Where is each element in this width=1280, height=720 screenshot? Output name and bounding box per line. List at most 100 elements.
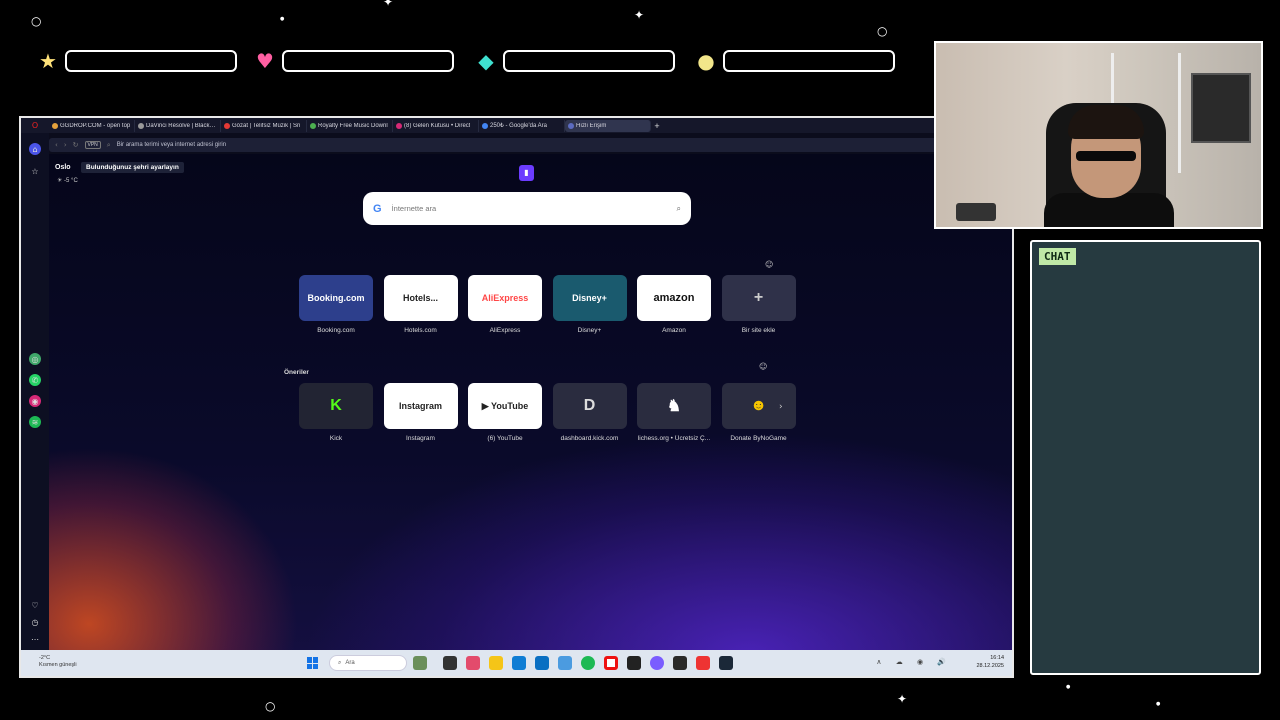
- tile-logo[interactable]: D: [552, 383, 627, 429]
- sparkle-icon: ●: [1066, 684, 1071, 690]
- weather-city: Oslo: [55, 164, 71, 171]
- speed-dial-tile[interactable]: amazon Amazon: [637, 275, 711, 334]
- diamond-icon: ◆: [478, 49, 494, 73]
- tab-label: 250₺ - Google'da Ara: [490, 123, 547, 129]
- home-icon[interactable]: ⌂: [29, 143, 41, 155]
- widgets-icon[interactable]: [413, 656, 427, 670]
- customize-icon[interactable]: ☺: [759, 362, 767, 371]
- tile-logo[interactable]: ☻: [721, 383, 796, 429]
- browser-tab[interactable]: Royalty Free Music Downl: [307, 119, 393, 132]
- new-tab-button[interactable]: +: [651, 121, 663, 131]
- tile-label: Booking.com: [317, 327, 355, 334]
- hud-bar: [282, 50, 454, 72]
- speed-dial-tile[interactable]: Booking.com Booking.com: [299, 275, 373, 334]
- terminal-icon[interactable]: [627, 656, 641, 670]
- tab-label: Gözat | Telifsiz Müzik | Sn: [232, 122, 301, 129]
- color-app-icon[interactable]: [466, 656, 480, 670]
- tile-logo[interactable]: Disney+: [552, 275, 627, 321]
- browser-tab[interactable]: Gözat | Telifsiz Müzik | Sn: [221, 119, 307, 132]
- edge-icon[interactable]: [512, 656, 526, 670]
- search-input[interactable]: İnternette ara: [392, 204, 667, 213]
- opera-icon[interactable]: [604, 656, 618, 670]
- tab-label: Hızlı Erişim: [576, 122, 607, 129]
- speed-dial-tile[interactable]: AliExpress AliExpress: [468, 275, 542, 334]
- speed-dial-tile[interactable]: + Bir site ekle: [721, 275, 796, 334]
- suggestion-tile[interactable]: ▶ YouTube (6) YouTube: [468, 383, 542, 442]
- browser-window: O GGDROP.COM - open top DaVinci Resolve |…: [19, 116, 1014, 678]
- tab-label: GGDROP.COM - open top: [60, 122, 131, 129]
- heart-icon[interactable]: ♡: [29, 599, 41, 611]
- suggestion-tile[interactable]: ☻ Donate ByNoGame: [721, 383, 796, 442]
- tab-favicon-icon: [396, 122, 402, 129]
- speed-dial-tile[interactable]: Hotels... Hotels.com: [383, 275, 458, 334]
- obs-icon[interactable]: [696, 656, 710, 670]
- back-icon[interactable]: ‹: [55, 141, 58, 149]
- speed-dial-page: Oslo Bulunduğunuz şehri ayarlayın ☀ -5 °…: [49, 154, 1012, 654]
- taskbar-weather[interactable]: -2°C Kısmen güneşli: [39, 655, 77, 668]
- tile-logo[interactable]: Instagram: [383, 383, 458, 429]
- set-location-button[interactable]: Bulunduğunuz şehri ayarlayın: [81, 162, 184, 173]
- taskbar-clock[interactable]: 16:14 28.12.2025: [976, 655, 1004, 670]
- suggestion-tile[interactable]: Instagram Instagram: [383, 383, 458, 442]
- tile-logo[interactable]: +: [721, 275, 796, 321]
- file-explorer-icon[interactable]: [489, 656, 503, 670]
- sparkle-icon: ○: [31, 14, 42, 28]
- browser-tab[interactable]: GGDROP.COM - open top: [49, 119, 135, 132]
- address-bar[interactable]: ‹ › ↻ VPN ⌕ Bir arama terimi veya intern…: [49, 138, 939, 152]
- search-icon[interactable]: ⌕: [677, 204, 681, 214]
- star-icon[interactable]: ☆: [29, 165, 41, 177]
- spotify-icon[interactable]: [581, 656, 595, 670]
- suggestion-tile[interactable]: ♞ lichess.org • Ücretsiz Ç...: [637, 383, 711, 442]
- browser-tab[interactable]: (8) Gelen Kutusu • Direct: [393, 119, 479, 132]
- browser-tab[interactable]: DaVinci Resolve | Blackmagic: [135, 119, 221, 132]
- system-tray[interactable]: ∧ ☁ ◉ 🔊: [876, 658, 952, 666]
- coin-icon: ●: [697, 49, 715, 73]
- tab-favicon-icon: [224, 122, 230, 129]
- speed-dial-tile[interactable]: Disney+ Disney+: [552, 275, 627, 334]
- tile-logo[interactable]: Booking.com: [299, 275, 373, 321]
- vpn-badge[interactable]: VPN: [84, 141, 101, 149]
- web-search-box[interactable]: G İnternette ara ⌕: [363, 192, 691, 225]
- weather-temp: ☀ -5 °C: [57, 178, 78, 184]
- browser-tab[interactable]: Hızlı Erişim: [565, 119, 651, 132]
- tile-logo[interactable]: Hotels...: [383, 275, 458, 321]
- app-icon[interactable]: [673, 656, 687, 670]
- steam-icon[interactable]: [719, 656, 733, 670]
- instagram-icon[interactable]: ◉: [29, 395, 41, 407]
- tile-logo[interactable]: amazon: [637, 275, 711, 321]
- tile-logo[interactable]: ♞: [637, 383, 711, 429]
- customize-icon[interactable]: ☺: [765, 260, 773, 269]
- google-logo-icon: G: [373, 202, 382, 215]
- store-icon[interactable]: [535, 656, 549, 670]
- tile-label: (6) YouTube: [487, 435, 523, 442]
- browser-tab[interactable]: 250₺ - Google'da Ara: [479, 119, 565, 132]
- suggestion-tile[interactable]: K Kick: [299, 383, 373, 442]
- tile-logo[interactable]: K: [299, 383, 373, 429]
- forward-icon[interactable]: ›: [64, 141, 67, 149]
- hud-diamond-bar: ◆: [475, 47, 675, 75]
- taskbar-search[interactable]: ⌕ Ara: [329, 655, 407, 671]
- reload-icon[interactable]: ↻: [73, 141, 79, 149]
- chatgpt-icon[interactable]: ◎: [29, 353, 41, 365]
- app-icon[interactable]: [558, 656, 572, 670]
- more-icon[interactable]: ⋯: [29, 633, 41, 645]
- tile-logo[interactable]: ▶ YouTube: [468, 383, 542, 429]
- aria-assistant-icon[interactable]: ▮: [519, 165, 534, 181]
- sparkle-icon: ✦: [383, 0, 394, 9]
- tile-label: Bir site ekle: [741, 327, 776, 334]
- history-icon[interactable]: ◷: [29, 616, 41, 628]
- suggestion-tile[interactable]: Ddashboard.kick.com: [552, 383, 627, 442]
- chevron-right-icon[interactable]: ›: [779, 402, 783, 412]
- opera-logo-icon[interactable]: O: [21, 121, 49, 130]
- spotify-icon[interactable]: ≋: [29, 416, 41, 428]
- tab-favicon-icon: [568, 122, 574, 129]
- windows-start-icon[interactable]: [307, 657, 319, 669]
- streamer-hair: [1068, 105, 1144, 139]
- whatsapp-icon[interactable]: ✆: [29, 374, 41, 386]
- address-placeholder[interactable]: Bir arama terimi veya internet adresi gi…: [117, 142, 226, 148]
- task-view-icon[interactable]: [443, 656, 457, 670]
- tile-label: lichess.org • Ücretsiz Ç...: [637, 435, 711, 442]
- discord-icon[interactable]: [650, 656, 664, 670]
- tile-logo[interactable]: AliExpress: [468, 275, 542, 321]
- tile-label: Instagram: [406, 435, 435, 442]
